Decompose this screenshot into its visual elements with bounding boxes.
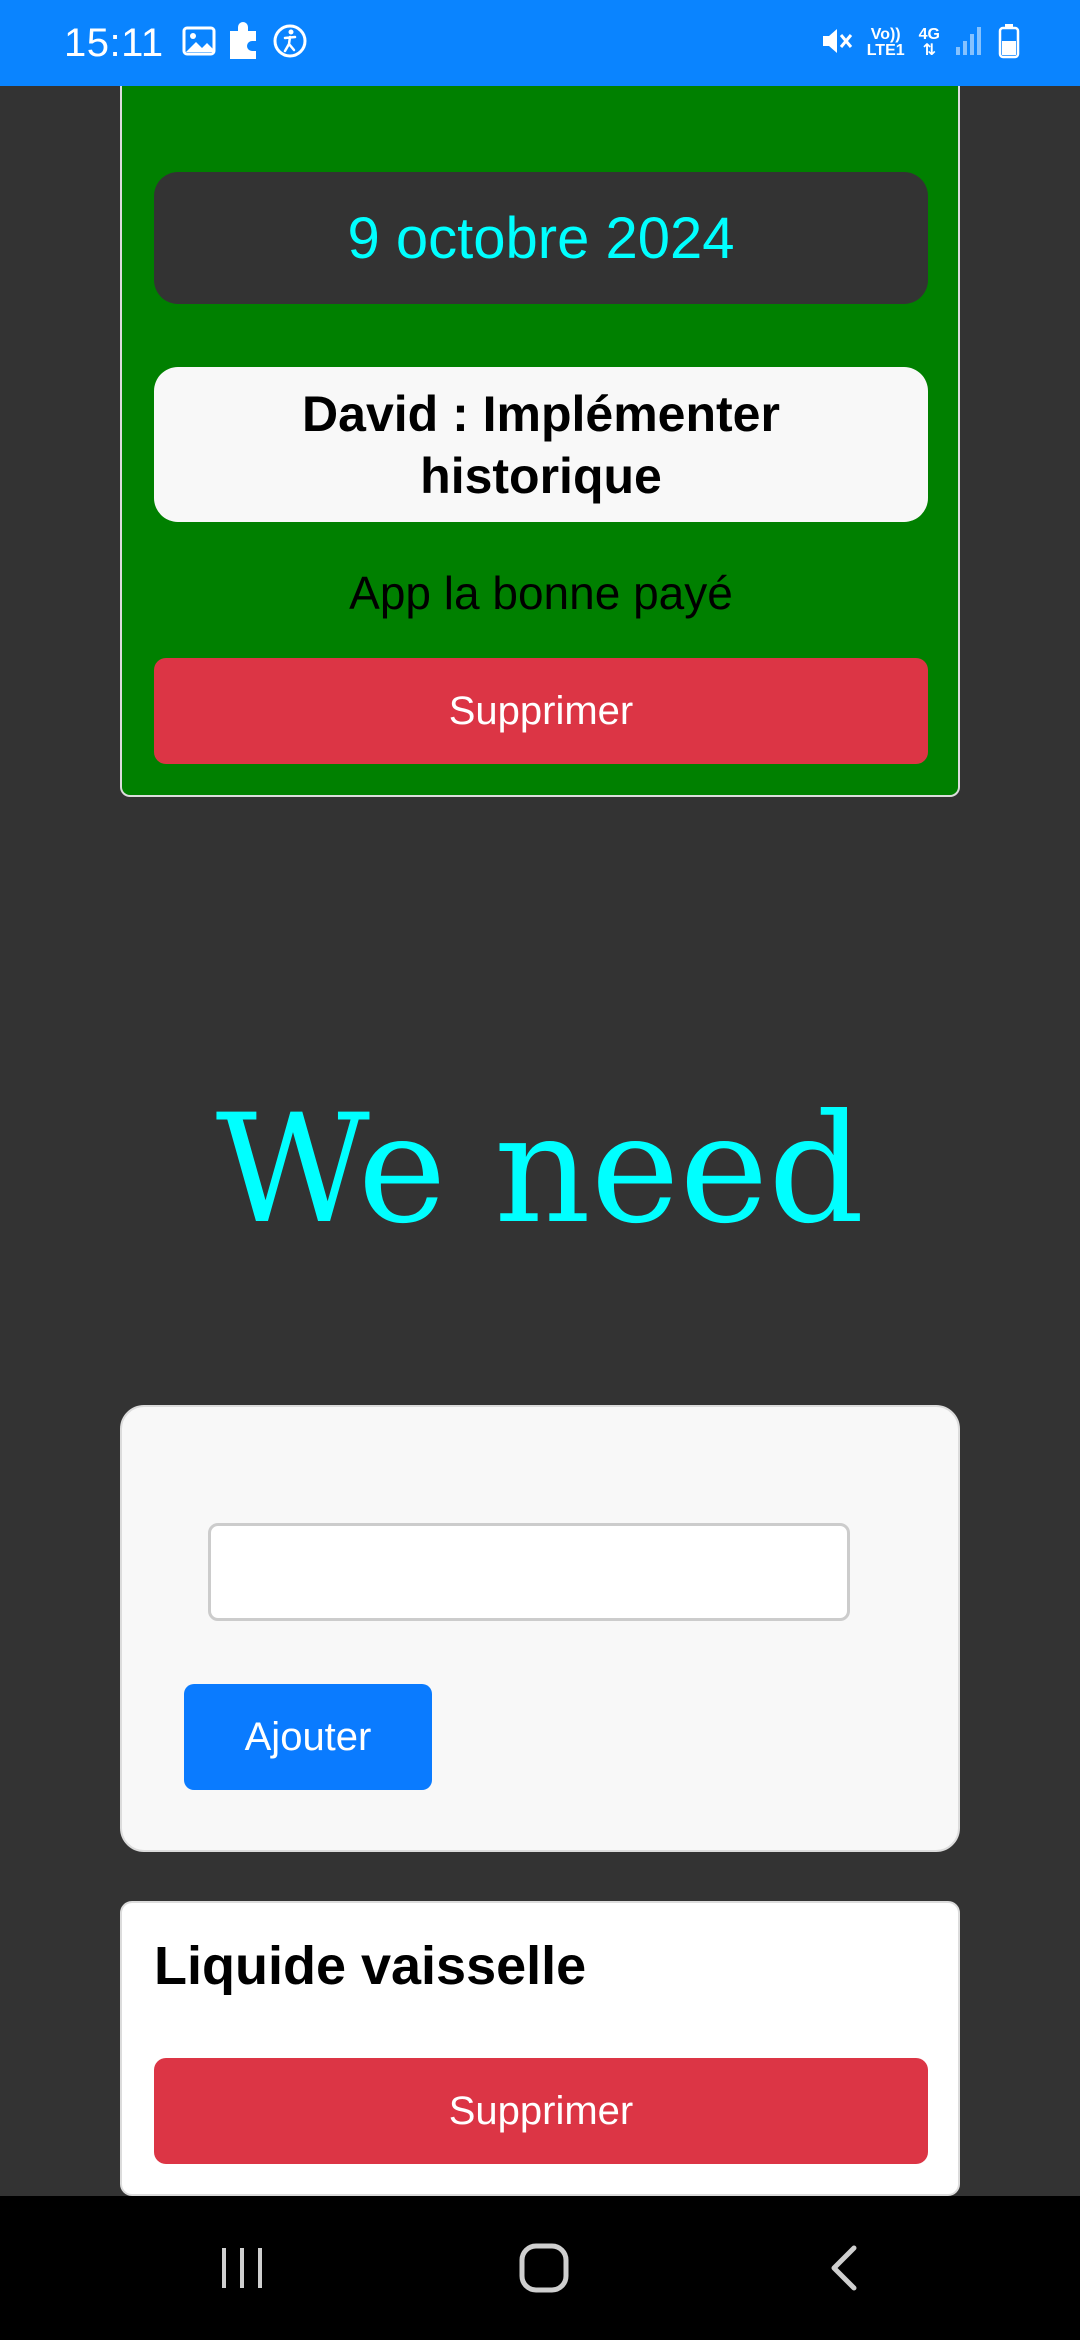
list-item: Liquide vaisselle Supprimer xyxy=(120,1901,960,2196)
battery-icon xyxy=(998,23,1020,64)
item-title: Liquide vaisselle xyxy=(154,1936,587,1996)
home-icon xyxy=(519,2243,569,2293)
accessibility-icon xyxy=(272,23,308,64)
event-card: 9 octobre 2024 David : Implémenter histo… xyxy=(120,86,960,797)
lte-label: LTE1 xyxy=(866,42,905,59)
volte-indicator: Vo)) LTE1 xyxy=(867,27,905,59)
add-item-form: Ajouter xyxy=(120,1405,960,1852)
data-arrows-icon: ⇅ xyxy=(922,42,937,59)
navigation-bar xyxy=(0,2196,1080,2340)
home-button[interactable] xyxy=(474,2196,614,2340)
back-icon xyxy=(831,2245,857,2291)
recent-apps-icon xyxy=(222,2248,262,2288)
delete-item-button[interactable]: Supprimer xyxy=(154,2058,928,2164)
system-status: Vo)) LTE1 4G ⇅ xyxy=(819,23,1020,64)
image-icon xyxy=(182,26,216,61)
event-date: 9 octobre 2024 xyxy=(154,172,928,304)
signal-icon xyxy=(954,25,984,62)
status-bar: 15:11 Vo)) LTE1 4G ⇅ xyxy=(0,0,1080,86)
volte-label: Vo)) xyxy=(870,26,901,43)
mute-icon xyxy=(819,24,853,63)
puzzle-icon xyxy=(226,21,262,66)
add-button[interactable]: Ajouter xyxy=(184,1684,432,1790)
back-button[interactable] xyxy=(776,2196,916,2340)
task-title: David : Implémenter historique xyxy=(154,367,928,522)
recent-apps-button[interactable] xyxy=(172,2196,312,2340)
status-time: 15:11 xyxy=(64,20,164,65)
network-type-indicator: 4G ⇅ xyxy=(919,27,940,59)
page-heading: We need xyxy=(215,1083,865,1257)
item-input[interactable] xyxy=(208,1523,850,1621)
notification-icons xyxy=(182,21,308,66)
network-type-label: 4G xyxy=(918,26,940,43)
task-description: App la bonne payé xyxy=(349,567,733,619)
delete-event-button[interactable]: Supprimer xyxy=(154,658,928,764)
